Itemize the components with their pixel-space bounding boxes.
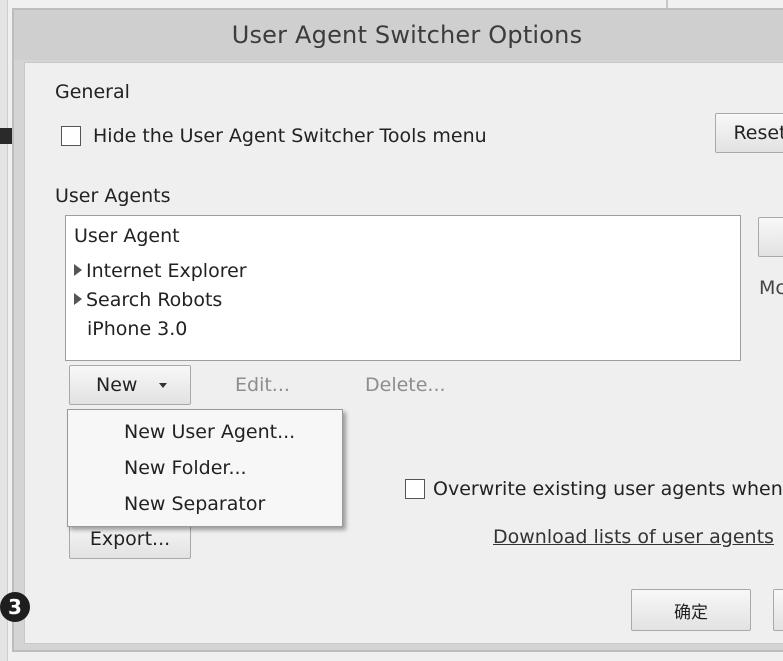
hide-menu-label: Hide the User Agent Switcher Tools menu <box>93 125 487 147</box>
tree-item-label: Search Robots <box>86 289 223 311</box>
options-dialog: User Agent Switcher Options General Hide… <box>12 8 783 652</box>
page-margin <box>0 0 8 661</box>
expand-arrow-icon[interactable] <box>74 293 82 305</box>
delete-button[interactable]: Delete... <box>365 374 446 396</box>
tree-item-internet-explorer[interactable]: Internet Explorer <box>74 260 247 282</box>
new-button-label: New <box>96 374 138 396</box>
tree-item-label: iPhone 3.0 <box>87 318 188 340</box>
menu-item-new-user-agent[interactable]: New User Agent... <box>124 421 295 443</box>
tree-item-search-robots[interactable]: Search Robots <box>74 289 222 311</box>
tree-item-iphone[interactable]: iPhone 3.0 <box>87 318 187 340</box>
move-down-button[interactable]: Mc <box>759 277 783 299</box>
tree-column-header: User Agent <box>74 225 180 247</box>
overwrite-label: Overwrite existing user agents when <box>433 478 783 500</box>
window-title: User Agent Switcher Options <box>231 21 583 49</box>
new-dropdown-button[interactable]: New <box>69 365 191 405</box>
chevron-down-icon <box>159 382 168 388</box>
menu-item-new-separator[interactable]: New Separator <box>124 493 265 515</box>
user-agent-tree[interactable]: User Agent Internet Explorer Search Robo… <box>65 215 741 361</box>
step-number-badge: 3 <box>0 592 30 622</box>
hide-menu-checkbox[interactable] <box>61 126 81 146</box>
ok-button[interactable]: 确定 <box>631 589 751 631</box>
cancel-button[interactable] <box>773 589 783 631</box>
menu-item-new-folder[interactable]: New Folder... <box>124 457 247 479</box>
move-up-button[interactable]: M <box>758 217 783 257</box>
new-dropdown-menu: New User Agent... New Folder... New Sepa… <box>67 409 343 527</box>
dialog-body: General Hide the User Agent Switcher Too… <box>24 62 783 644</box>
overwrite-checkbox[interactable] <box>405 479 425 499</box>
title-bar[interactable]: User Agent Switcher Options <box>14 10 783 60</box>
expand-arrow-icon[interactable] <box>74 264 82 276</box>
download-lists-link[interactable]: Download lists of user agents <box>493 526 774 548</box>
general-heading: General <box>55 81 130 103</box>
user-agents-heading: User Agents <box>55 185 171 207</box>
edit-button[interactable]: Edit... <box>235 374 290 396</box>
reset-button[interactable]: Reset <box>715 113 783 153</box>
tree-item-label: Internet Explorer <box>86 260 247 282</box>
